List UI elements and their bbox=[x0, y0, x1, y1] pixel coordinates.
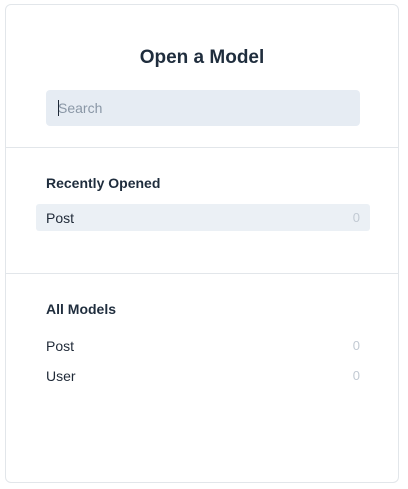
model-item-label: User bbox=[46, 367, 76, 384]
all-models-heading: All Models bbox=[46, 301, 117, 317]
search-box[interactable] bbox=[46, 90, 360, 126]
divider bbox=[6, 273, 398, 274]
model-item-count: 0 bbox=[352, 338, 360, 353]
model-item-post[interactable]: Post 0 bbox=[36, 332, 370, 359]
divider bbox=[6, 147, 398, 148]
dialog-title: Open a Model bbox=[139, 47, 265, 68]
open-model-dialog: Open a Model Recently Opened Post 0 All … bbox=[5, 4, 399, 483]
recent-item-label: Post bbox=[46, 209, 75, 226]
search-input[interactable] bbox=[58, 100, 348, 116]
recently-opened-heading: Recently Opened bbox=[46, 175, 161, 191]
model-item-user[interactable]: User 0 bbox=[36, 362, 370, 389]
model-item-count: 0 bbox=[352, 368, 360, 383]
text-cursor bbox=[58, 100, 59, 116]
recent-item-count: 0 bbox=[352, 210, 360, 225]
recent-item-post[interactable]: Post 0 bbox=[36, 204, 370, 231]
model-item-label: Post bbox=[46, 337, 75, 354]
